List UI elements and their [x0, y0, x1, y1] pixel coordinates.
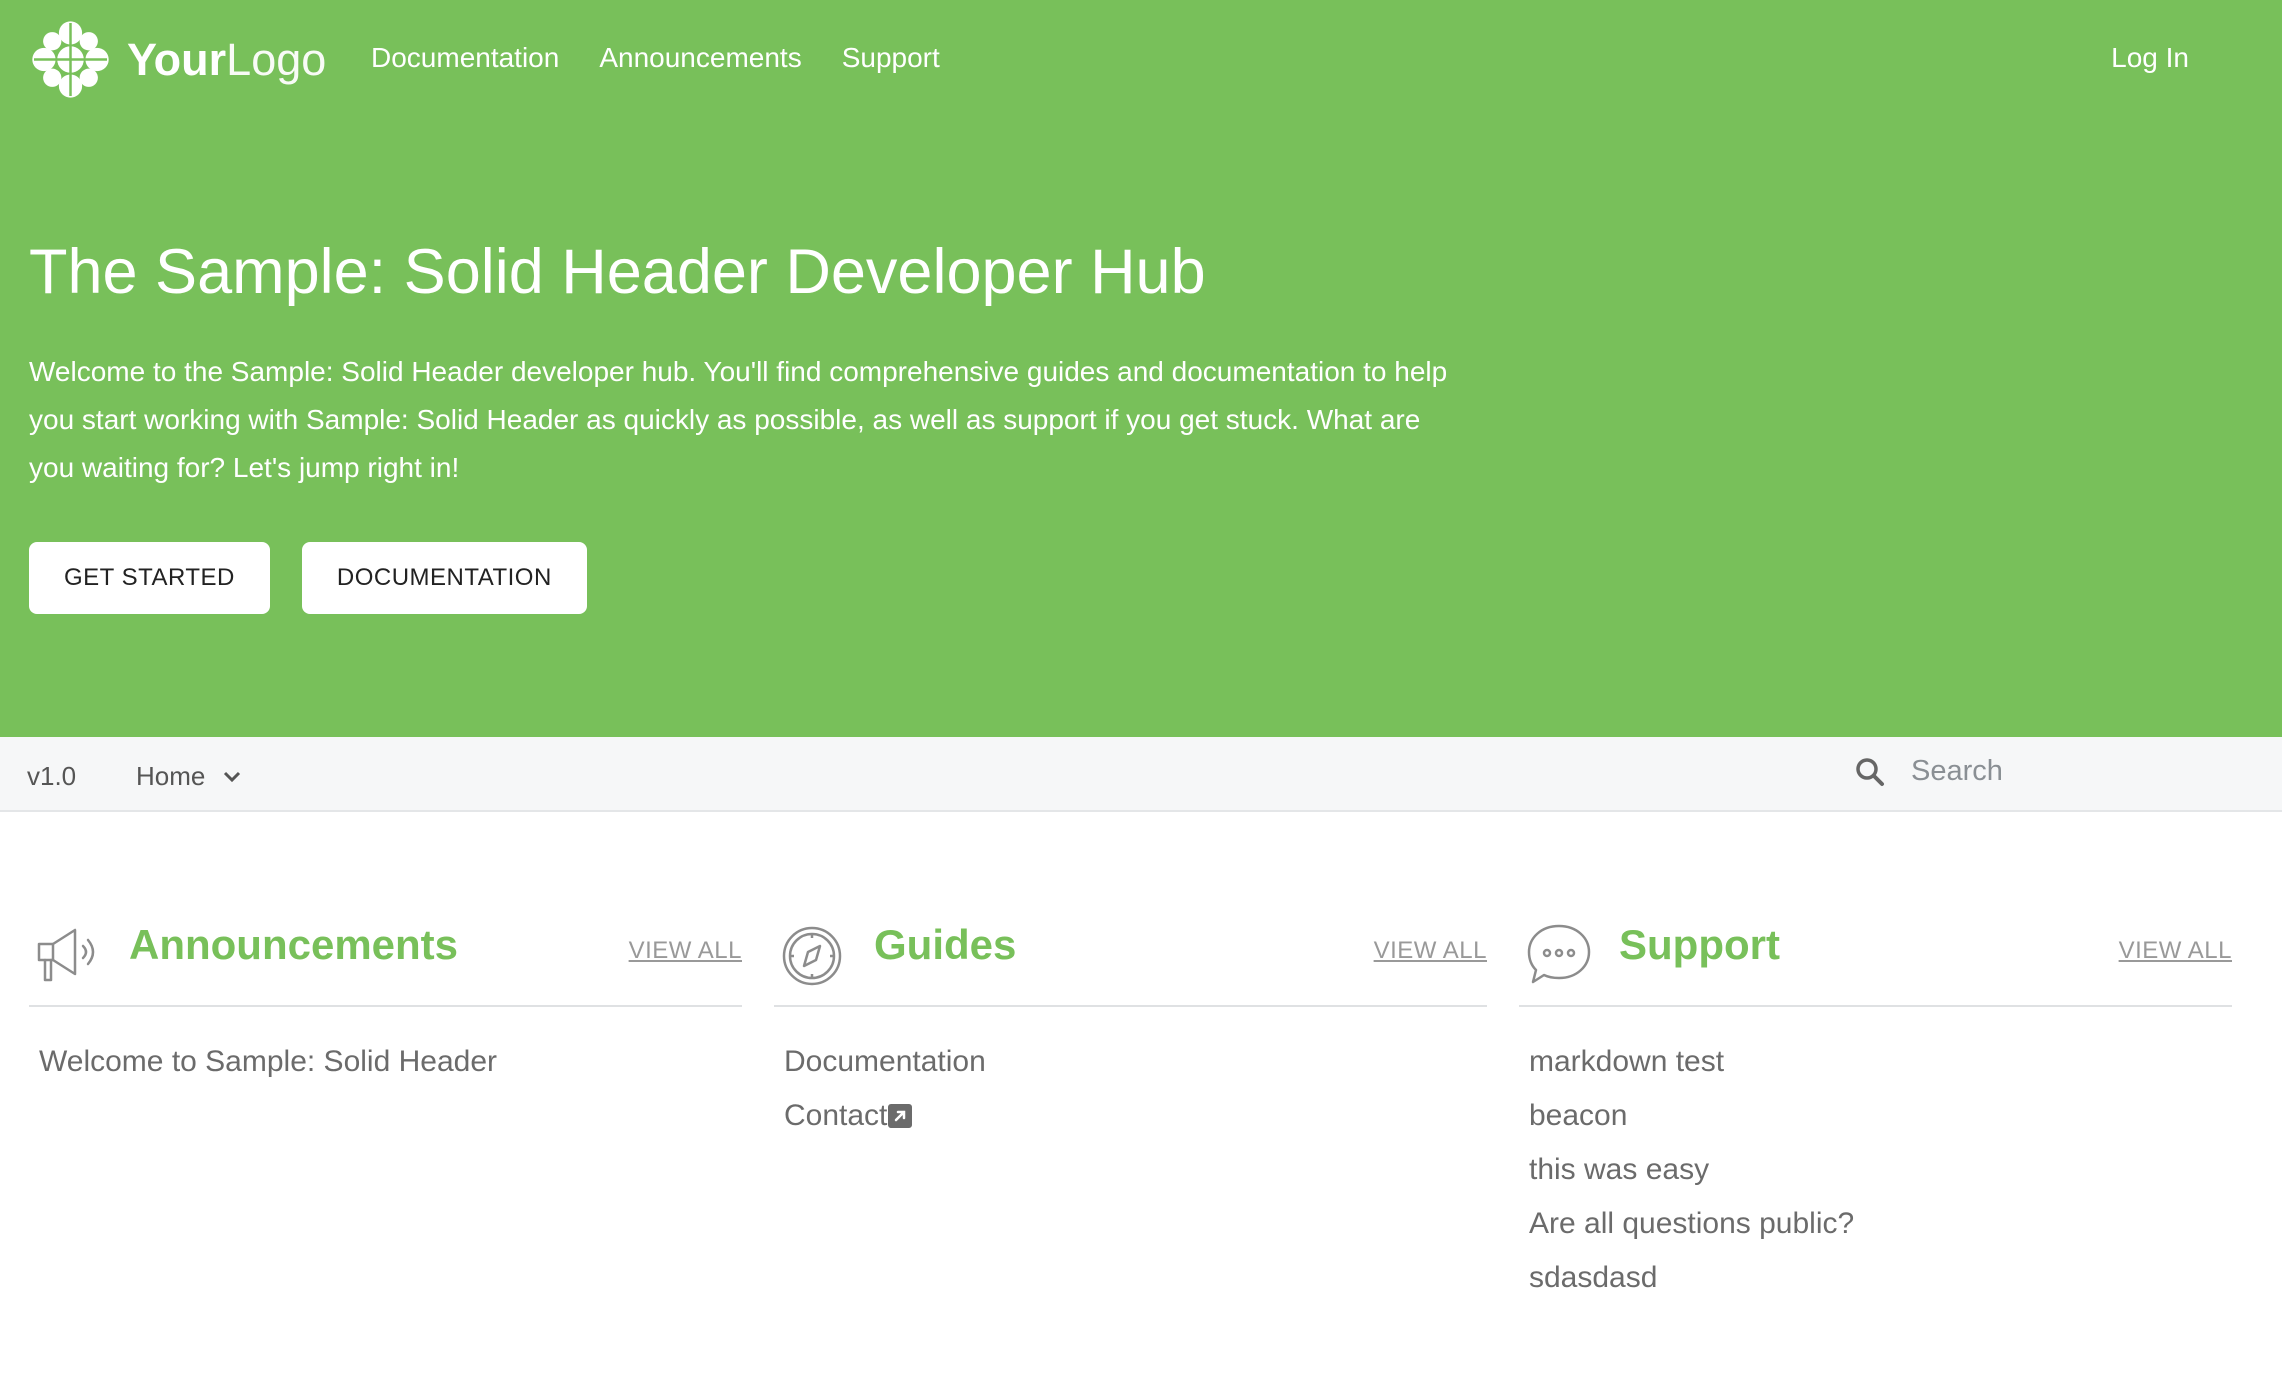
list-item[interactable]: Documentation [784, 1035, 1487, 1089]
nav-support[interactable]: Support [842, 42, 940, 74]
home-dropdown-label: Home [136, 761, 206, 791]
section-title: Support [1619, 921, 1780, 968]
megaphone-icon [37, 928, 95, 982]
sections: Announcements VIEW ALL Welcome to Sample… [29, 915, 2232, 1305]
search-icon [1856, 757, 1884, 786]
section-title: Announcements [129, 921, 459, 968]
login-link[interactable]: Log In [2111, 42, 2189, 74]
view-all-link[interactable]: VIEW ALL [629, 937, 742, 965]
section-header: Announcements VIEW ALL [29, 915, 742, 1007]
sub-navbar: v1.0 Home [0, 737, 2282, 812]
list-item-contact[interactable]: Contact [784, 1089, 1487, 1143]
chat-bubble-icon [1527, 924, 1591, 984]
nav-documentation[interactable]: Documentation [371, 42, 559, 74]
hero: YourLogo Documentation Announcements Sup… [0, 0, 2282, 737]
list-item[interactable]: markdown test [1529, 1035, 2232, 1089]
logo-text-bold: Your [127, 34, 227, 85]
search-input[interactable] [1909, 754, 2282, 789]
external-link-icon [888, 1104, 913, 1128]
logo-text-light: Logo [226, 34, 327, 85]
section-header: Support VIEW ALL [1519, 915, 2232, 1007]
get-started-button[interactable]: GET STARTED [29, 542, 270, 614]
documentation-button[interactable]: DOCUMENTATION [301, 542, 587, 614]
flower-logo-icon [32, 21, 109, 98]
announcements-section: Announcements VIEW ALL Welcome to Sample… [29, 915, 742, 1305]
list-item[interactable]: beacon [1529, 1089, 2232, 1143]
compass-icon [782, 926, 842, 986]
support-section: Support VIEW ALL markdown test beacon th… [1519, 915, 2232, 1305]
logo[interactable]: YourLogo [29, 18, 326, 101]
chevron-down-icon [224, 771, 241, 782]
top-nav: Documentation Announcements Support [371, 42, 940, 74]
list-item[interactable]: Are all questions public? [1529, 1197, 2232, 1251]
list-item[interactable]: this was easy [1529, 1143, 2232, 1197]
section-header: Guides VIEW ALL [774, 915, 1487, 1007]
hero-title: The Sample: Solid Header Developer Hub [29, 237, 1206, 307]
hero-buttons: GET STARTED DOCUMENTATION [29, 542, 587, 614]
section-title: Guides [874, 921, 1017, 968]
nav-announcements[interactable]: Announcements [599, 42, 801, 74]
guides-section: Guides VIEW ALL Documentation Contact [774, 915, 1487, 1305]
view-all-link[interactable]: VIEW ALL [1374, 937, 1487, 965]
version-selector[interactable]: v1.0 [27, 761, 76, 792]
list-item[interactable]: sdasdasd [1529, 1251, 2232, 1305]
view-all-link[interactable]: VIEW ALL [2119, 937, 2232, 965]
list-item-label: Contact [784, 1099, 888, 1132]
list-item[interactable]: Welcome to Sample: Solid Header [39, 1035, 742, 1089]
hero-description: Welcome to the Sample: Solid Header deve… [29, 356, 1448, 483]
search-box [1855, 754, 2282, 789]
home-dropdown[interactable]: Home [136, 761, 241, 792]
